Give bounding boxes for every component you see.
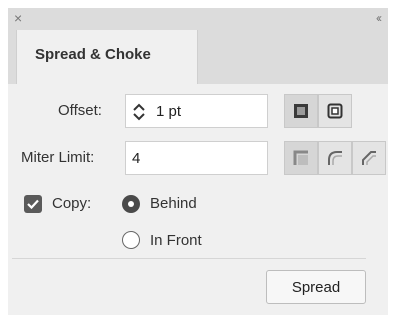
checkmark-icon [27, 199, 39, 210]
panel-title-bar[interactable]: × ‹‹ [8, 8, 388, 30]
radio-behind-label: Behind [150, 195, 197, 212]
tab-spread-choke[interactable]: Spread & Choke [16, 30, 198, 84]
rounded-corner-icon [327, 103, 343, 119]
spread-choke-panel: × ‹‹ Spread & Choke Offset: 1 pt Miter L… [0, 0, 403, 315]
bevel-join-button[interactable] [352, 141, 386, 175]
radio-behind[interactable] [122, 195, 140, 213]
stepper-icon[interactable] [130, 100, 148, 124]
join-group [284, 141, 386, 175]
mitered-corner-icon [294, 104, 308, 118]
spread-button[interactable]: Spread [266, 270, 366, 304]
miter-limit-field[interactable]: 4 [125, 141, 268, 175]
round-join-icon [328, 151, 342, 165]
offset-field[interactable]: 1 pt [125, 94, 268, 128]
rounded-corner-button[interactable] [318, 94, 352, 128]
miter-join-button[interactable] [284, 141, 318, 175]
tab-label: Spread & Choke [35, 46, 151, 63]
collapse-icon[interactable]: ‹‹ [376, 11, 382, 25]
bevel-join-icon [362, 151, 376, 165]
copy-label: Copy: [52, 195, 92, 212]
copy-checkbox[interactable] [24, 195, 42, 213]
mitered-corner-button[interactable] [284, 94, 318, 128]
round-join-button[interactable] [318, 141, 352, 175]
divider [12, 258, 366, 259]
close-icon[interactable]: × [14, 10, 22, 26]
offset-corner-group [284, 94, 352, 128]
tab-strip: Spread & Choke [8, 30, 388, 84]
miter-limit-label: Miter Limit: [21, 149, 95, 166]
offset-label: Offset: [58, 102, 102, 119]
offset-value: 1 pt [156, 103, 182, 120]
miter-join-icon [293, 150, 308, 165]
radio-in-front-label: In Front [150, 232, 202, 249]
radio-in-front[interactable] [122, 231, 140, 249]
miter-limit-value: 4 [132, 150, 141, 167]
